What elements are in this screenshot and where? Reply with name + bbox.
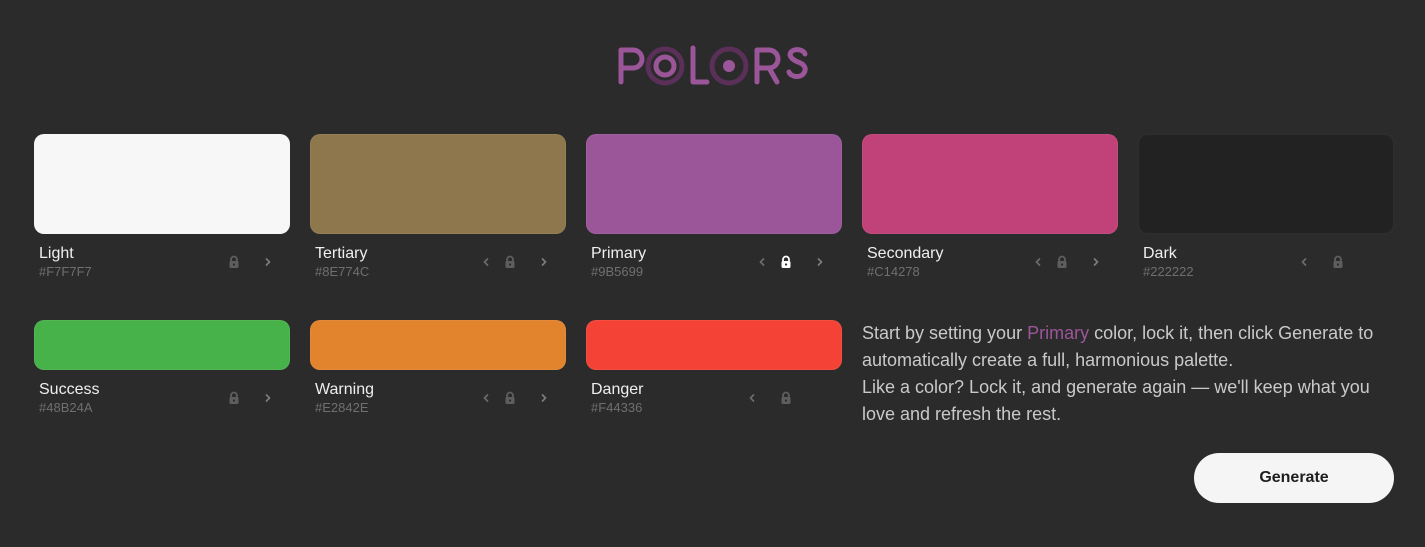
color-name: Secondary <box>867 245 944 262</box>
color-hex: #9B5699 <box>591 264 644 279</box>
color-swatch[interactable] <box>310 134 566 234</box>
color-swatch[interactable] <box>862 134 1118 234</box>
chevron-left-icon[interactable] <box>744 390 760 406</box>
color-hex: #F44336 <box>591 400 643 415</box>
color-hex: #F7F7F7 <box>39 264 92 279</box>
chevron-right-icon[interactable] <box>260 254 276 270</box>
lock-icon[interactable] <box>226 390 242 406</box>
color-name: Warning <box>315 381 374 398</box>
color-card-warning: Warning #E2842E <box>310 320 566 420</box>
color-name: Tertiary <box>315 245 368 262</box>
color-card-light: Light #F7F7F7 <box>34 134 290 284</box>
color-hex: #222222 <box>1143 264 1194 279</box>
color-card-success: Success #48B24A <box>34 320 290 420</box>
instructions-line-2: Like a color? Lock it, and generate agai… <box>862 377 1370 424</box>
chevron-left-icon[interactable] <box>1030 254 1046 270</box>
color-swatch[interactable] <box>586 134 842 234</box>
chevron-left-icon[interactable] <box>754 254 770 270</box>
color-swatch[interactable] <box>34 320 290 370</box>
color-swatch[interactable] <box>1138 134 1394 234</box>
lock-icon[interactable] <box>778 254 794 270</box>
lock-icon[interactable] <box>502 254 518 270</box>
chevron-left-icon[interactable] <box>478 390 494 406</box>
instructions-prefix: Start by setting your <box>862 323 1028 343</box>
chevron-right-icon[interactable] <box>1088 254 1104 270</box>
instructions-line-1: Start by setting your Primary color, loc… <box>862 320 1402 374</box>
chevron-right-icon[interactable] <box>536 390 552 406</box>
color-name: Light <box>39 245 74 262</box>
lock-icon[interactable] <box>778 390 794 406</box>
chevron-right-icon[interactable] <box>536 254 552 270</box>
color-hex: #E2842E <box>315 400 369 415</box>
chevron-left-icon[interactable] <box>1296 254 1312 270</box>
color-hex: #8E774C <box>315 264 370 279</box>
color-hex: #48B24A <box>39 400 93 415</box>
color-name: Primary <box>591 245 647 262</box>
polors-logo <box>618 45 808 86</box>
generate-button[interactable]: Generate <box>1194 453 1394 503</box>
color-hex: #C14278 <box>867 264 920 279</box>
color-card-primary: Primary #9B5699 <box>586 134 842 284</box>
color-name: Success <box>39 381 100 398</box>
lock-icon[interactable] <box>502 390 518 406</box>
color-swatch[interactable] <box>310 320 566 370</box>
lock-icon[interactable] <box>1330 254 1346 270</box>
color-card-tertiary: Tertiary #8E774C <box>310 134 566 284</box>
palette-generator-page: Light #F7F7F7 Tertiary #8E774C Primary #… <box>0 0 1425 547</box>
chevron-left-icon[interactable] <box>478 254 494 270</box>
color-name: Danger <box>591 381 644 398</box>
color-swatch[interactable] <box>34 134 290 234</box>
chevron-right-icon[interactable] <box>260 390 276 406</box>
chevron-right-icon[interactable] <box>812 254 828 270</box>
color-card-danger: Danger #F44336 <box>586 320 842 420</box>
color-card-dark: Dark #222222 <box>1138 134 1394 284</box>
color-card-secondary: Secondary #C14278 <box>862 134 1118 284</box>
instructions-text: Start by setting your Primary color, loc… <box>862 320 1402 428</box>
lock-icon[interactable] <box>226 254 242 270</box>
color-name: Dark <box>1143 245 1177 262</box>
primary-highlight: Primary <box>1027 323 1090 343</box>
lock-icon[interactable] <box>1054 254 1070 270</box>
color-swatch[interactable] <box>586 320 842 370</box>
